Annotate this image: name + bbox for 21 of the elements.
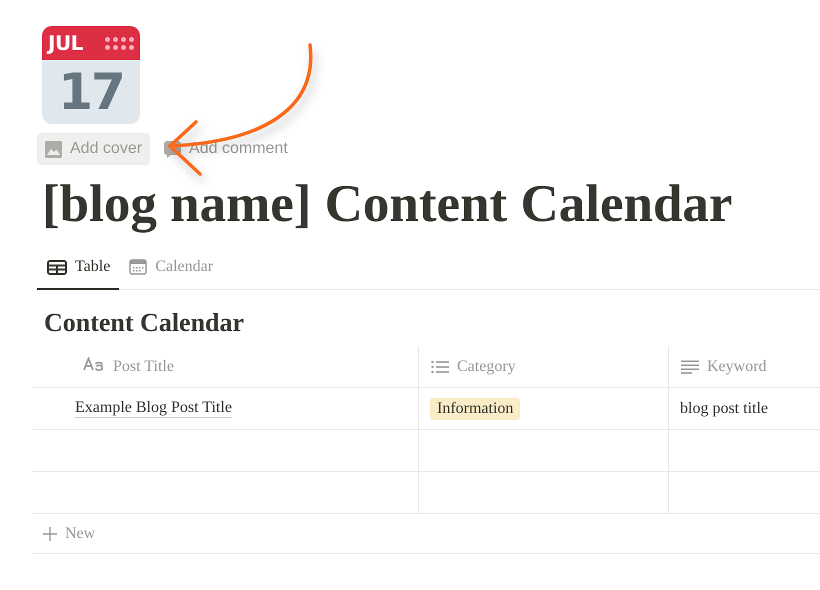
post-title-link[interactable]: Example Blog Post Title	[75, 399, 232, 418]
image-icon	[45, 140, 62, 158]
list-icon	[431, 360, 449, 374]
month-label: JUL	[48, 31, 83, 55]
plus-icon	[43, 526, 57, 541]
add-cover-button[interactable]: Add cover	[37, 133, 150, 165]
calendar-icon	[129, 259, 148, 276]
category-tag: Information	[430, 398, 520, 420]
keyword-text: blog post title	[680, 400, 768, 418]
column-header[interactable]: Keyword	[707, 358, 767, 376]
text-lines-icon	[681, 360, 699, 374]
column-header[interactable]: Post Title	[113, 358, 174, 376]
page-title: [blog name] Content Calendar	[42, 174, 734, 235]
view-tab[interactable]: Table	[37, 250, 120, 290]
new-row-button[interactable]: New	[43, 524, 96, 543]
view-tab[interactable]: Calendar	[119, 250, 222, 290]
column-header[interactable]: Category	[457, 358, 516, 376]
database-title: Content Calendar	[44, 307, 246, 340]
table-icon	[47, 260, 67, 275]
calendar-emoji-icon[interactable]: JUL 17	[42, 26, 140, 124]
day-label: 17	[58, 63, 124, 121]
